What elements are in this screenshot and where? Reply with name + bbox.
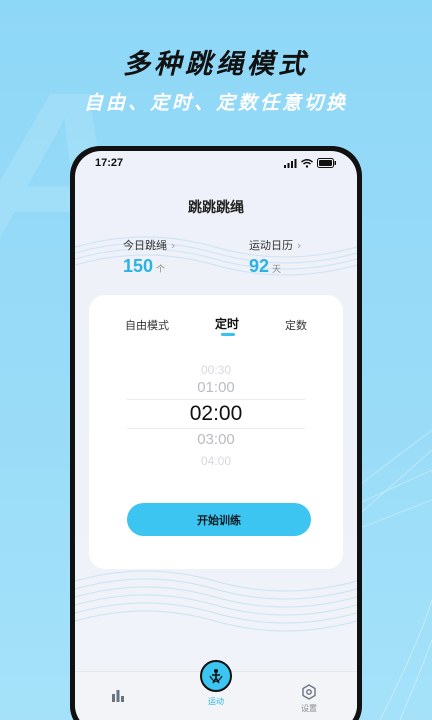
promo-title: 多种跳绳模式 (123, 49, 309, 80)
chevron-right-icon: › (297, 238, 302, 252)
active-tab-indicator (221, 333, 235, 336)
picker-divider (127, 399, 305, 400)
tab-statistics[interactable] (111, 688, 125, 702)
battery-icon (317, 158, 336, 168)
promo-subtitle: 自由、定时、定数任意切换 (83, 92, 348, 114)
today-jumps-unit: 个 (156, 265, 166, 275)
bottom-tab-bar: 运动 设置 (75, 660, 357, 720)
app-screen: 17:27 跳跳跳绳 今日跳绳 › 150 个 运动日历 › 92 天 自由模式… (75, 151, 357, 720)
picker-option[interactable]: 03:00 (89, 431, 343, 448)
mode-tabs: 自由模式 定时 定数 (89, 313, 343, 343)
gear-icon (302, 684, 316, 700)
start-training-button[interactable]: 开始训练 (127, 503, 311, 536)
picker-divider (127, 428, 305, 429)
tab-free-mode[interactable]: 自由模式 (125, 317, 169, 333)
tab-sport-label: 运动 (208, 697, 224, 706)
tab-timed-mode[interactable]: 定时 (215, 315, 239, 332)
header-waves (75, 236, 357, 276)
today-jumps-stat[interactable]: 今日跳绳 › 150 个 (123, 237, 175, 277)
phone-frame: 17:27 跳跳跳绳 今日跳绳 › 150 个 运动日历 › 92 天 自由模式… (70, 146, 362, 720)
exercise-calendar-unit: 天 (272, 265, 282, 275)
status-bar: 17:27 (75, 151, 357, 175)
mode-card: 自由模式 定时 定数 00:30 01:00 02:00 03:00 04:00… (89, 295, 343, 569)
signal-icon (284, 158, 297, 168)
picker-option[interactable]: 01:00 (89, 379, 343, 396)
picker-option[interactable]: 00:30 (89, 363, 343, 377)
exercise-calendar-label: 运动日历 (249, 239, 293, 252)
status-time: 17:27 (95, 157, 124, 169)
status-icons (284, 158, 337, 168)
tab-settings-label: 设置 (301, 704, 317, 713)
picker-option[interactable]: 04:00 (89, 454, 343, 468)
today-jumps-label: 今日跳绳 (123, 239, 167, 252)
sport-tab-circle (200, 660, 232, 692)
chevron-right-icon: › (171, 238, 176, 252)
tab-count-mode[interactable]: 定数 (285, 317, 307, 333)
wifi-icon (301, 158, 313, 168)
today-jumps-value: 150 (123, 256, 154, 276)
exercise-calendar-value: 92 (249, 256, 270, 276)
tab-sport[interactable]: 运动 (200, 660, 232, 707)
tab-settings[interactable]: 设置 (301, 684, 317, 714)
picker-selected-option[interactable]: 02:00 (89, 402, 343, 426)
bar-chart-icon (112, 690, 124, 702)
exercise-calendar-stat[interactable]: 运动日历 › 92 天 (249, 237, 301, 277)
app-title: 跳跳跳绳 (188, 200, 244, 216)
decorative-waves (75, 570, 357, 632)
jump-rope-icon (209, 669, 223, 684)
